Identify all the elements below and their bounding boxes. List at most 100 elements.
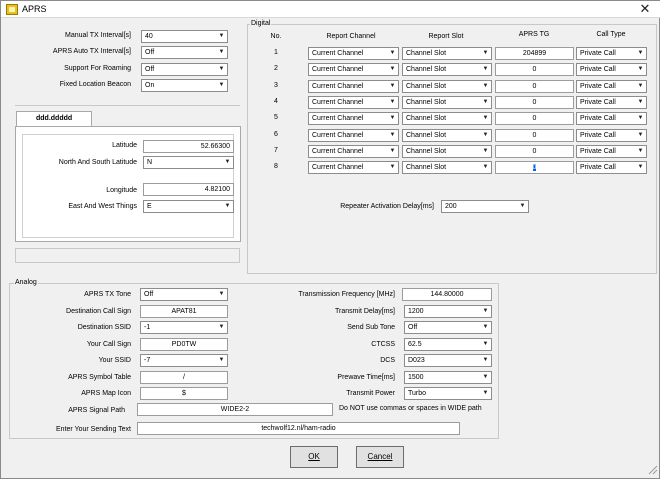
aprs-symbol-table-field[interactable]: / bbox=[140, 371, 228, 384]
combo-value: Current Channel bbox=[312, 164, 364, 171]
close-icon[interactable]: ✕ bbox=[637, 1, 653, 17]
col-no-header: No. bbox=[270, 33, 282, 40]
report-slot-select[interactable]: Channel Slot ▼ bbox=[402, 80, 492, 93]
chevron-down-icon: ▼ bbox=[218, 324, 225, 330]
report-channel-select[interactable]: Current Channel ▼ bbox=[308, 63, 399, 76]
call-type-select[interactable]: Private Call ▼ bbox=[576, 112, 647, 125]
cancel-button[interactable]: Cancel bbox=[356, 446, 404, 468]
chevron-down-icon: ▼ bbox=[482, 390, 489, 396]
your-call-sign-field[interactable]: PD0TW bbox=[140, 338, 228, 351]
sending-text-label: Enter Your Sending Text bbox=[56, 426, 131, 433]
report-slot-select[interactable]: Channel Slot ▼ bbox=[402, 161, 492, 174]
chevron-down-icon: ▼ bbox=[389, 132, 396, 138]
combo-value: Current Channel bbox=[312, 148, 364, 155]
latitude-field[interactable]: 52.66300 bbox=[143, 140, 234, 153]
resize-grip-icon[interactable] bbox=[646, 463, 658, 475]
aprs-tg-field[interactable]: 0 bbox=[495, 80, 574, 93]
aprs-tg-field[interactable]: 204899 bbox=[495, 47, 574, 60]
manual-tx-interval-select[interactable]: 40 ▼ bbox=[141, 30, 228, 43]
destination-ssid-select[interactable]: -1 ▼ bbox=[140, 321, 228, 334]
ok-button[interactable]: OK bbox=[290, 446, 338, 468]
combo-value: Private Call bbox=[580, 50, 616, 57]
report-slot-select[interactable]: Channel Slot ▼ bbox=[402, 145, 492, 158]
transmit-delay-select[interactable]: 1200 ▼ bbox=[404, 305, 492, 318]
analog-group-label: Analog bbox=[14, 278, 38, 287]
ok-button-label: OK bbox=[308, 452, 320, 461]
row-number: 4 bbox=[274, 98, 278, 105]
aprs-tg-value: 0 bbox=[532, 132, 537, 139]
aprs-signal-path-field[interactable]: WIDE2-2 bbox=[137, 403, 333, 416]
report-slot-select[interactable]: Channel Slot ▼ bbox=[402, 129, 492, 142]
row-number: 2 bbox=[274, 65, 278, 72]
call-type-select[interactable]: Private Call ▼ bbox=[576, 145, 647, 158]
report-slot-select[interactable]: Channel Slot ▼ bbox=[402, 96, 492, 109]
aprs-tg-value: 0 bbox=[532, 148, 537, 155]
report-channel-select[interactable]: Current Channel ▼ bbox=[308, 161, 399, 174]
aprs-tg-field[interactable]: 0 bbox=[495, 63, 574, 76]
call-type-select[interactable]: Private Call ▼ bbox=[576, 47, 647, 60]
call-type-select[interactable]: Private Call ▼ bbox=[576, 63, 647, 76]
chevron-down-icon: ▼ bbox=[482, 83, 489, 89]
combo-value: Channel Slot bbox=[406, 148, 447, 155]
aprs-tg-field[interactable]: 0 bbox=[495, 129, 574, 142]
chevron-down-icon: ▼ bbox=[482, 66, 489, 72]
aprs-auto-tx-interval-label: APRS Auto TX Interval[s] bbox=[52, 48, 131, 55]
aprs-auto-tx-interval-select[interactable]: Off ▼ bbox=[141, 46, 228, 59]
combo-value: Private Call bbox=[580, 83, 616, 90]
repeater-delay-select[interactable]: 200 ▼ bbox=[441, 200, 529, 213]
report-slot-select[interactable]: Channel Slot ▼ bbox=[402, 112, 492, 125]
report-channel-select[interactable]: Current Channel ▼ bbox=[308, 112, 399, 125]
destination-call-sign-field[interactable]: APAT81 bbox=[140, 305, 228, 318]
transmit-power-select[interactable]: Turbo ▼ bbox=[404, 387, 492, 400]
row-number: 8 bbox=[274, 163, 278, 170]
sending-text-field[interactable]: techwolf12.nl/ham-radio bbox=[137, 422, 460, 435]
chevron-down-icon: ▼ bbox=[224, 159, 231, 165]
prewave-time-select[interactable]: 1500 ▼ bbox=[404, 371, 492, 384]
report-slot-select[interactable]: Channel Slot ▼ bbox=[402, 47, 492, 60]
aprs-tg-field[interactable]: 0 bbox=[495, 112, 574, 125]
col-aprs-tg-header: APRS TG bbox=[518, 31, 550, 38]
report-slot-select[interactable]: Channel Slot ▼ bbox=[402, 63, 492, 76]
your-ssid-select[interactable]: -7 ▼ bbox=[140, 354, 228, 367]
destination-ssid-label: Destination SSID bbox=[77, 324, 131, 331]
transmit-power-label: Transmit Power bbox=[346, 390, 395, 397]
chevron-down-icon: ▼ bbox=[482, 50, 489, 56]
chevron-down-icon: ▼ bbox=[637, 83, 644, 89]
longitude-field[interactable]: 4.82100 bbox=[143, 183, 234, 196]
report-channel-select[interactable]: Current Channel ▼ bbox=[308, 145, 399, 158]
aprs-tg-field[interactable]: 0 bbox=[495, 161, 574, 174]
report-channel-select[interactable]: Current Channel ▼ bbox=[308, 96, 399, 109]
chevron-down-icon: ▼ bbox=[637, 148, 644, 154]
send-sub-tone-select[interactable]: Off ▼ bbox=[404, 321, 492, 334]
manual-tx-interval-label: Manual TX Interval[s] bbox=[64, 32, 131, 39]
fixed-location-beacon-select[interactable]: On ▼ bbox=[141, 79, 228, 92]
report-channel-select[interactable]: Current Channel ▼ bbox=[308, 80, 399, 93]
call-type-select[interactable]: Private Call ▼ bbox=[576, 129, 647, 142]
ctcss-select[interactable]: 62.5 ▼ bbox=[404, 338, 492, 351]
combo-value: Private Call bbox=[580, 66, 616, 73]
aprs-tx-tone-select[interactable]: Off ▼ bbox=[140, 288, 228, 301]
transmission-frequency-field[interactable]: 144.80000 bbox=[402, 288, 492, 301]
call-type-select[interactable]: Private Call ▼ bbox=[576, 96, 647, 109]
call-type-select[interactable]: Private Call ▼ bbox=[576, 80, 647, 93]
aprs-map-icon-field[interactable]: $ bbox=[140, 387, 228, 400]
longitude-label: Longitude bbox=[106, 187, 137, 194]
call-type-select[interactable]: Private Call ▼ bbox=[576, 161, 647, 174]
dcs-select[interactable]: D023 ▼ bbox=[404, 354, 492, 367]
app-icon bbox=[6, 4, 18, 15]
aprs-tg-value: 0 bbox=[532, 66, 537, 73]
aprs-tg-value: 0 bbox=[532, 83, 537, 90]
aprs-tg-field[interactable]: 0 bbox=[495, 96, 574, 109]
transmission-frequency-label: Transmission Frequency [MHz] bbox=[298, 291, 395, 298]
support-roaming-select[interactable]: Off ▼ bbox=[141, 63, 228, 76]
chevron-down-icon: ▼ bbox=[218, 82, 225, 88]
chevron-down-icon: ▼ bbox=[637, 66, 644, 72]
east-west-select[interactable]: E ▼ bbox=[143, 200, 234, 213]
report-channel-select[interactable]: Current Channel ▼ bbox=[308, 129, 399, 142]
tab-ddd-ddddd[interactable]: ddd.ddddd bbox=[16, 111, 92, 127]
report-channel-select[interactable]: Current Channel ▼ bbox=[308, 47, 399, 60]
aprs-tg-field[interactable]: 0 bbox=[495, 145, 574, 158]
north-south-select[interactable]: N ▼ bbox=[143, 156, 234, 169]
chevron-down-icon: ▼ bbox=[482, 357, 489, 363]
row-number: 7 bbox=[274, 147, 278, 154]
